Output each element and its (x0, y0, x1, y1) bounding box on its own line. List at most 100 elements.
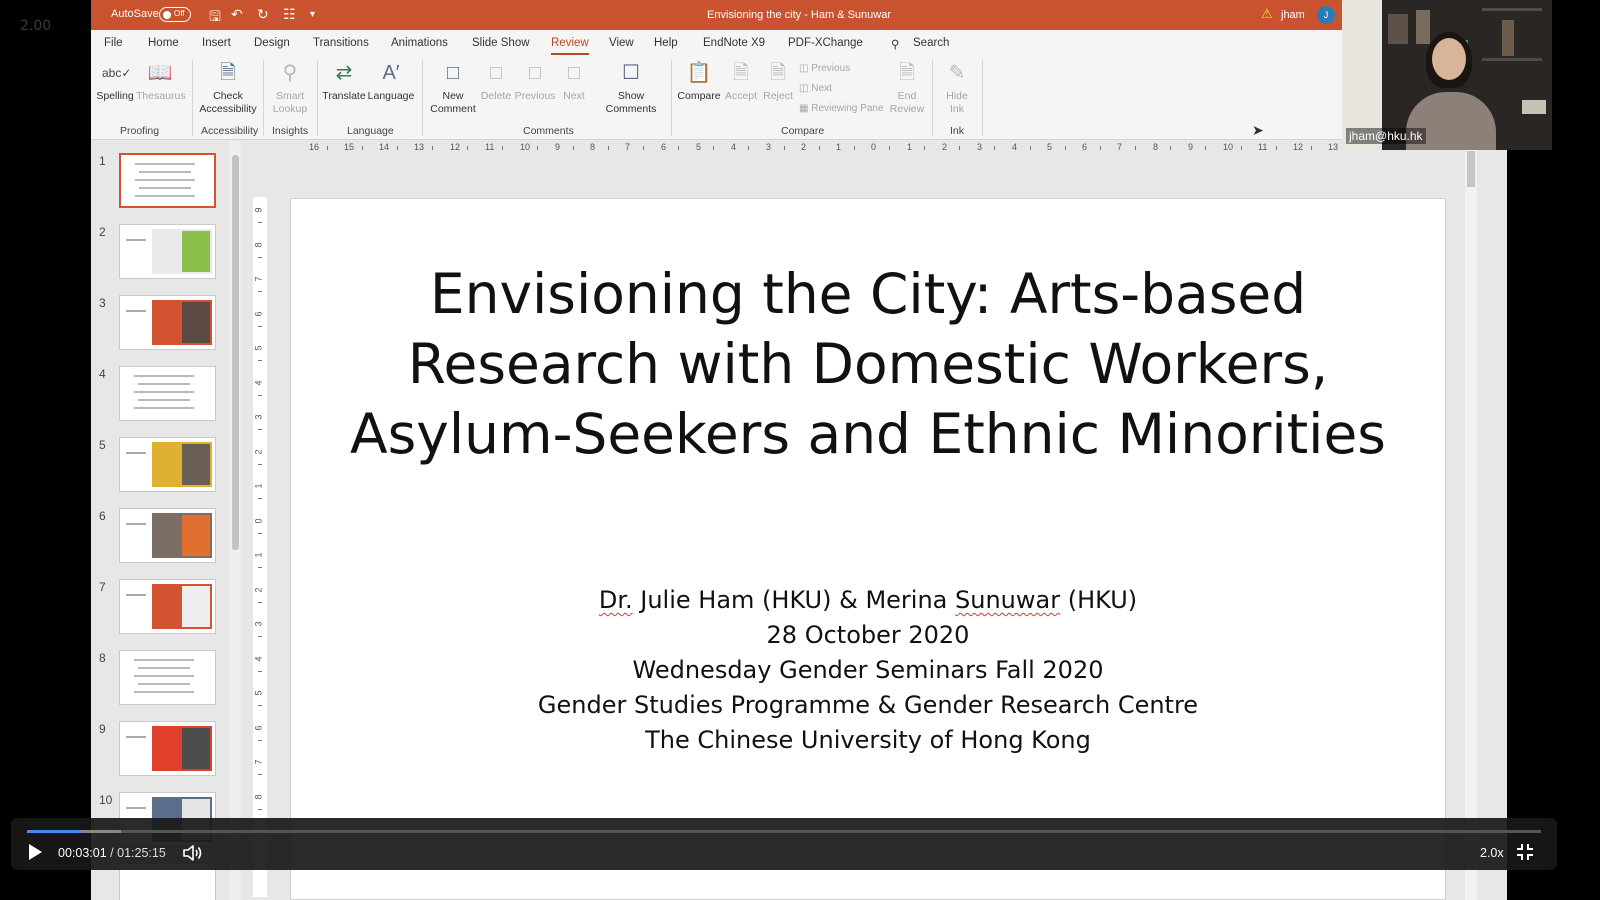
ruler-tick-label: 11 (485, 142, 495, 152)
tab-slide-show[interactable]: Slide Show (472, 37, 530, 49)
tab-file[interactable]: File (104, 37, 123, 49)
ruler-tick (362, 146, 363, 150)
ruler-tick (258, 705, 262, 706)
tab-view[interactable]: View (609, 37, 634, 49)
new-comment-button[interactable]: □ New Comment (427, 60, 479, 116)
slide-scrollbar[interactable] (1465, 145, 1477, 900)
tab-transitions[interactable]: Transitions (313, 37, 369, 49)
show-comments-icon: ☐ (622, 62, 640, 84)
slide-thumbnail[interactable] (119, 153, 216, 208)
ruler-tick-label: 7 (625, 142, 631, 152)
slide-title[interactable]: Envisioning the City: Arts-based Researc… (321, 259, 1415, 469)
exit-fullscreen-icon[interactable] (1516, 843, 1534, 861)
group-ink: Ink (950, 125, 965, 137)
group-separator (317, 60, 318, 136)
ruler-tick-label: 15 (344, 142, 355, 152)
language-icon: A′ (382, 62, 400, 84)
ruler-tick (258, 257, 262, 258)
slide-thumbnail[interactable] (119, 508, 216, 563)
hide-ink-button[interactable]: ✎ Hide Ink (939, 60, 975, 116)
ruler-tick-label: 9 (555, 142, 561, 152)
slide-thumbnail[interactable] (119, 721, 216, 776)
language-button[interactable]: A′ Language (367, 60, 415, 103)
thesaurus-button[interactable]: 📖 Thesaurus (136, 60, 186, 103)
tab-animations[interactable]: Animations (391, 37, 448, 49)
ruler-tick (258, 498, 262, 499)
spelling-button[interactable]: abc✓ Spelling (96, 60, 134, 103)
scrollbar-thumb[interactable] (1467, 151, 1475, 187)
warning-icon[interactable]: ⚠ (1261, 6, 1273, 22)
ruler-tick-label: 5 (253, 690, 264, 696)
thumbnail-scrollbar[interactable] (230, 141, 241, 900)
webcam-video: jham@hku.hk (1342, 0, 1552, 150)
thumbnail-number: 2 (99, 225, 106, 239)
end-review-button[interactable]: 🗎 End Review (887, 60, 927, 116)
next-comment-button[interactable]: □ Next (557, 60, 591, 103)
ruler-tick-label: 13 (414, 142, 425, 152)
slide-thumbnail[interactable] (119, 579, 216, 634)
reviewing-pane-button[interactable]: ▦ Reviewing Pane (799, 103, 884, 114)
play-icon[interactable] (25, 842, 45, 862)
group-proofing: Proofing (120, 125, 160, 137)
ruler-tick-label: 7 (1117, 142, 1123, 152)
ruler-tick (258, 809, 262, 810)
translate-icon: ⇄ (335, 62, 353, 84)
ruler-tick-label: 10 (520, 142, 531, 152)
tab-help[interactable]: Help (654, 37, 678, 49)
accept-button[interactable]: 🗎 Accept (722, 60, 760, 103)
slide-thumbnail[interactable] (119, 295, 216, 350)
tab-pdf-xchange[interactable]: PDF-XChange (788, 37, 863, 49)
tab-insert[interactable]: Insert (202, 37, 231, 49)
powerpoint-window: AutoSave Off 🖫 ↶ ↻ ☷ ▾ Envisioning the c… (91, 0, 1507, 900)
thumbnail-number: 7 (99, 580, 106, 594)
search-label[interactable]: Search (913, 37, 949, 49)
scrollbar-thumb[interactable] (232, 155, 239, 550)
group-separator (263, 60, 264, 136)
previous-comment-button[interactable]: □ Previous (513, 60, 557, 103)
slide-thumbnail[interactable] (119, 650, 216, 705)
slide-thumbnail[interactable] (119, 224, 216, 279)
series-line: Wednesday Gender Seminars Fall 2020 (632, 656, 1104, 684)
compare-next-button[interactable]: ◫ Next (799, 83, 832, 94)
smart-lookup-button[interactable]: ⚲ Smart Lookup (267, 60, 313, 116)
reject-button[interactable]: 🗎 Reject (760, 60, 796, 103)
ruler-tick-label: 10 (1223, 142, 1234, 152)
progress-bar[interactable] (27, 830, 1541, 833)
playback-speed[interactable]: 2.0x (1480, 846, 1504, 860)
slide-subtitle[interactable]: Dr. Julie Ham (HKU) & Merina Sunuwar (HK… (321, 583, 1415, 758)
search-icon[interactable]: ⚲ (891, 37, 899, 51)
delete-comment-icon: □ (489, 62, 503, 84)
speed-indicator: 2.00 (20, 18, 52, 34)
ruler-tick (1170, 146, 1171, 150)
show-comments-button[interactable]: ☐ Show Comments (599, 60, 663, 116)
ruler-tick (432, 146, 433, 150)
tab-design[interactable]: Design (254, 37, 290, 49)
ruler-tick-label: 5 (253, 345, 264, 351)
tab-review[interactable]: Review (551, 37, 589, 55)
vertical-ruler: 9 8 7 6 5 4 3 2 1 0 1 2 3 4 5 6 7 8 (253, 197, 267, 897)
check-accessibility-button[interactable]: 🗎 Check Accessibility (197, 60, 259, 116)
ruler-tick (397, 146, 398, 150)
group-separator (422, 60, 423, 136)
ruler-tick (258, 222, 262, 223)
slide-thumbnail[interactable] (119, 437, 216, 492)
slide-canvas[interactable]: Envisioning the City: Arts-based Researc… (290, 198, 1446, 900)
compare-icon: 📋 (686, 62, 712, 84)
thumbnail-number: 6 (99, 509, 106, 523)
next-comment-icon: □ (567, 62, 581, 84)
compare-button[interactable]: 📋 Compare (676, 60, 722, 103)
ruler-tick-label: 5 (1047, 142, 1053, 152)
ruler-tick (1276, 146, 1277, 150)
delete-comment-button[interactable]: □ Delete (479, 60, 513, 103)
group-separator (982, 60, 983, 136)
avatar[interactable]: J (1317, 6, 1335, 24)
user-name[interactable]: jham (1281, 9, 1305, 21)
progress-played (27, 830, 81, 833)
volume-icon[interactable] (182, 843, 204, 863)
compare-previous-button[interactable]: ◫ Previous (799, 63, 850, 74)
translate-button[interactable]: ⇄ Translate (321, 60, 367, 103)
slide-thumbnail[interactable] (119, 366, 216, 421)
tab-endnote[interactable]: EndNote X9 (703, 37, 765, 49)
group-language: Language (347, 125, 394, 137)
tab-home[interactable]: Home (148, 37, 179, 49)
